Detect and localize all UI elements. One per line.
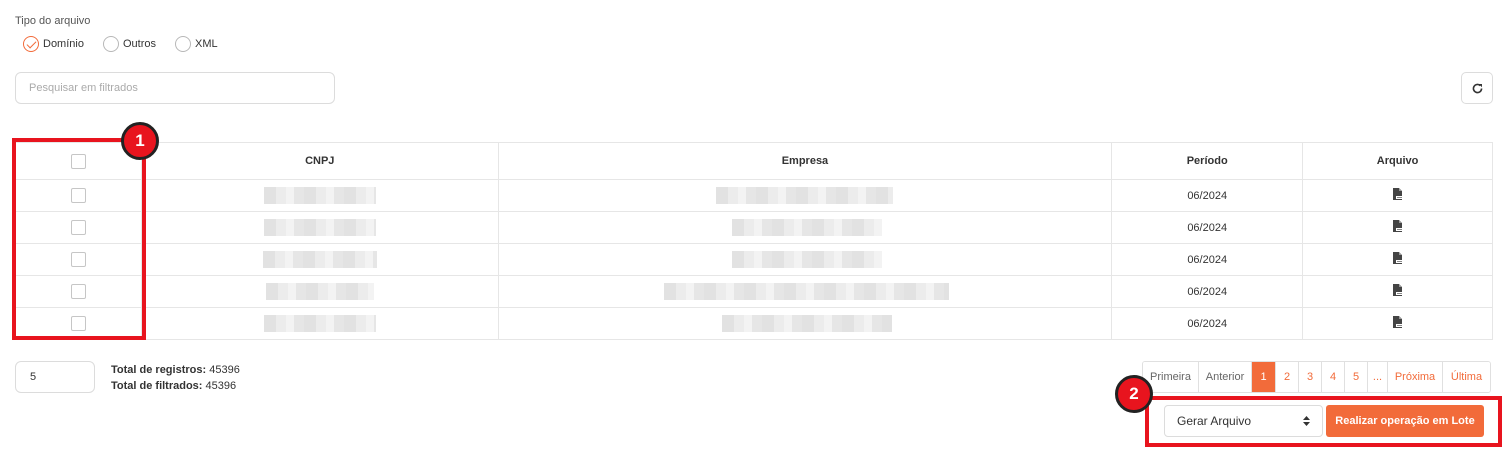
pdf-file-icon[interactable] [1392, 284, 1404, 296]
totals-summary: Total de registros: 45396 Total de filtr… [111, 362, 240, 394]
records-table: CNPJ Empresa Período Arquivo 06/2024 06/… [15, 142, 1493, 340]
refresh-icon [1472, 83, 1482, 93]
redacted-empresa [716, 187, 894, 204]
arquivo-cell [1302, 211, 1493, 244]
annotation-badge-2: 2 [1115, 375, 1153, 413]
pdf-file-icon[interactable] [1392, 220, 1404, 232]
file-type-label: Tipo do arquivo [15, 15, 91, 27]
total-filtered-value: 45396 [205, 380, 237, 392]
pagination-ellipsis: ... [1368, 362, 1388, 392]
redacted-empresa [664, 283, 950, 300]
redacted-empresa [731, 251, 882, 268]
pagination-last[interactable]: Última [1443, 362, 1490, 392]
table-row: 06/2024 [15, 211, 1493, 244]
redacted-cnpj [263, 315, 376, 332]
empresa-cell [497, 211, 1113, 244]
total-filtered-line: Total de filtrados: 45396 [111, 378, 240, 394]
redacted-cnpj [263, 187, 376, 204]
column-header-periodo[interactable]: Período [1111, 142, 1304, 180]
total-records-line: Total de registros: 45396 [111, 362, 240, 378]
arquivo-cell [1302, 307, 1493, 340]
pagination-page-5[interactable]: 5 [1345, 362, 1368, 392]
annotation-box-1 [12, 138, 146, 340]
column-header-cnpj[interactable]: CNPJ [140, 142, 499, 180]
table-row: 06/2024 [15, 275, 1493, 308]
table-header-row: CNPJ Empresa Período Arquivo [15, 142, 1493, 180]
redacted-empresa [731, 219, 882, 236]
annotation-badge-1: 1 [121, 122, 159, 160]
pagination-page-4[interactable]: 4 [1322, 362, 1345, 392]
table-row: 06/2024 [15, 307, 1493, 340]
pagination: Primeira Anterior 1 2 3 4 5 ... Próxima … [1142, 361, 1491, 393]
cnpj-cell [140, 275, 499, 308]
annotation-box-2 [1145, 396, 1502, 447]
total-filtered-label: Total de filtrados: [111, 380, 203, 392]
column-header-empresa[interactable]: Empresa [497, 142, 1113, 180]
arquivo-cell [1302, 243, 1493, 276]
pagination-page-2[interactable]: 2 [1276, 362, 1299, 392]
radio-dominio[interactable]: Domínio [23, 36, 84, 52]
pdf-file-icon[interactable] [1392, 316, 1404, 328]
radio-unchecked-icon[interactable] [102, 36, 119, 52]
pagination-page-1[interactable]: 1 [1252, 362, 1276, 392]
radio-checked-icon[interactable] [23, 36, 39, 52]
page-size-input[interactable]: 5 [15, 361, 95, 393]
file-type-radio-group: Domínio Outros XML [23, 36, 237, 52]
empresa-cell [497, 307, 1113, 340]
pdf-file-icon[interactable] [1392, 252, 1404, 264]
periodo-cell: 06/2024 [1111, 211, 1304, 244]
redacted-empresa [721, 315, 892, 332]
redacted-cnpj [263, 219, 376, 236]
refresh-button[interactable] [1461, 72, 1493, 104]
pdf-file-icon[interactable] [1392, 188, 1404, 200]
cnpj-cell [140, 179, 499, 212]
empresa-cell [497, 243, 1113, 276]
table-row: 06/2024 [15, 179, 1493, 212]
radio-unchecked-icon[interactable] [174, 36, 191, 52]
periodo-cell: 06/2024 [1111, 307, 1304, 340]
pagination-page-3[interactable]: 3 [1299, 362, 1322, 392]
column-header-arquivo[interactable]: Arquivo [1302, 142, 1493, 180]
pagination-next[interactable]: Próxima [1388, 362, 1443, 392]
redacted-cnpj [262, 251, 377, 268]
total-records-label: Total de registros: [111, 364, 207, 376]
table-row: 06/2024 [15, 243, 1493, 276]
radio-label: Outros [122, 38, 156, 50]
periodo-cell: 06/2024 [1111, 243, 1304, 276]
arquivo-cell [1302, 179, 1493, 212]
radio-xml[interactable]: XML [174, 36, 218, 52]
arquivo-cell [1302, 275, 1493, 308]
periodo-cell: 06/2024 [1111, 275, 1304, 308]
pagination-previous[interactable]: Anterior [1199, 362, 1252, 392]
cnpj-cell [140, 307, 499, 340]
radio-outros[interactable]: Outros [102, 36, 156, 52]
total-records-value: 45396 [209, 364, 240, 376]
empresa-cell [497, 275, 1113, 308]
cnpj-cell [140, 211, 499, 244]
radio-label: XML [194, 38, 218, 50]
periodo-cell: 06/2024 [1111, 179, 1304, 212]
cnpj-cell [140, 243, 499, 276]
empresa-cell [497, 179, 1113, 212]
search-input[interactable] [15, 72, 335, 104]
redacted-cnpj [265, 283, 374, 300]
radio-label: Domínio [43, 38, 84, 50]
